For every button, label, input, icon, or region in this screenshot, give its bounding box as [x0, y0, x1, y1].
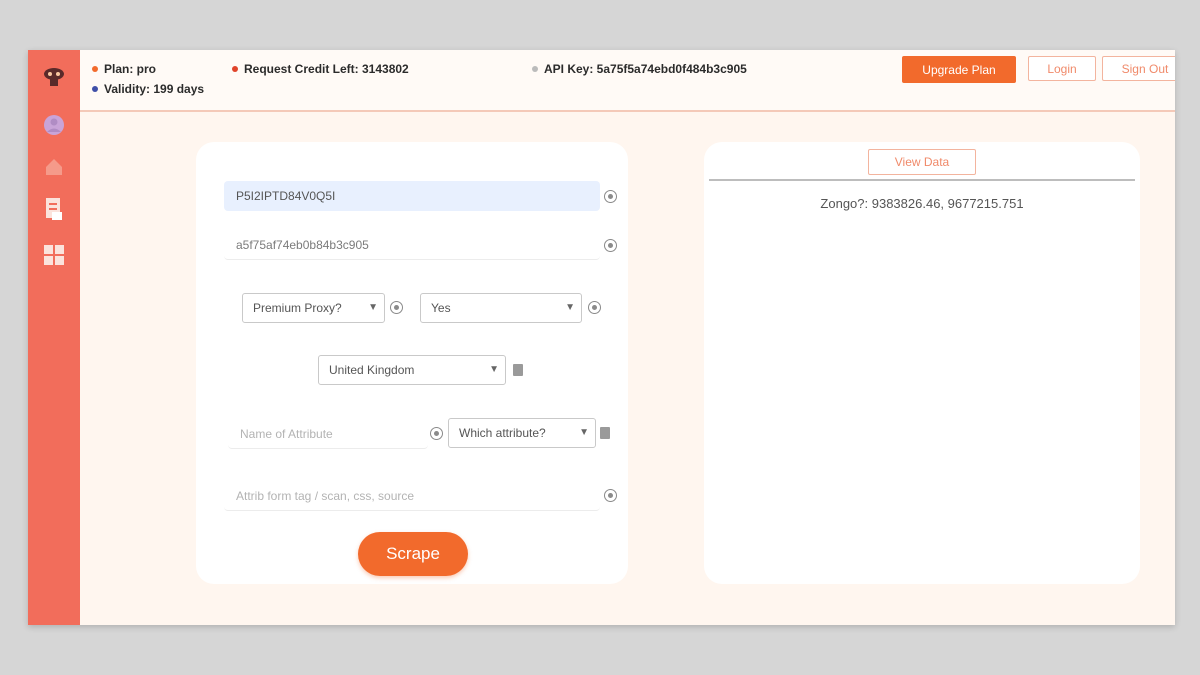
render-select[interactable]: Yes ▼	[420, 293, 582, 323]
attribute-select[interactable]: Which attribute? ▼	[448, 418, 596, 448]
render-value: Yes	[431, 301, 451, 315]
validity-text: Validity: 199 days	[104, 82, 205, 96]
render-help-icon[interactable]	[588, 301, 601, 314]
proxy-id-help-icon[interactable]	[604, 190, 617, 203]
sidebar	[28, 50, 80, 625]
dashboard-icon[interactable]	[40, 242, 68, 268]
api-key-dot	[532, 66, 538, 72]
api-key-text: API Key: 5a75f5a74ebd0f484b3c905	[544, 62, 747, 76]
chevron-down-icon: ▼	[579, 427, 589, 438]
chevron-down-icon: ▼	[565, 302, 575, 313]
proxy-id-input[interactable]: P5I2IPTD84V0Q5I	[224, 181, 600, 211]
delete-icon[interactable]	[600, 427, 610, 439]
proxy-type-value: Premium Proxy?	[253, 301, 342, 315]
credit-text: Request Credit Left: 3143802	[244, 62, 409, 76]
document-icon[interactable]	[40, 196, 68, 222]
view-data-button[interactable]: View Data	[868, 149, 976, 175]
login-button[interactable]: Login	[1028, 56, 1096, 81]
plan-info: Plan: pro	[92, 62, 156, 76]
country-select[interactable]: United Kingdom ▼	[318, 355, 506, 385]
delete-icon[interactable]	[513, 364, 523, 376]
extra-help-icon[interactable]	[604, 489, 617, 502]
attribute-name-help-icon[interactable]	[430, 427, 443, 440]
validity-info: Validity: 199 days	[92, 82, 204, 96]
sign-out-button[interactable]: Sign Out	[1102, 56, 1175, 81]
chevron-down-icon: ▼	[368, 302, 378, 313]
app-window: Plan: pro Request Credit Left: 3143802 A…	[28, 50, 1175, 625]
results-text: Zongo?: 9383826.46, 9677215.751	[820, 196, 1024, 211]
plan-text: Plan: pro	[104, 62, 157, 76]
validity-dot	[92, 86, 98, 92]
scrape-button[interactable]: Scrape	[358, 532, 468, 576]
attribute-name-input[interactable]: Name of Attribute	[228, 419, 428, 449]
api-key-help-icon[interactable]	[604, 239, 617, 252]
credit-info: Request Credit Left: 3143802	[232, 62, 409, 76]
upgrade-plan-button[interactable]: Upgrade Plan	[902, 56, 1016, 83]
logo-icon[interactable]	[40, 64, 68, 90]
proxy-type-select[interactable]: Premium Proxy? ▼	[242, 293, 385, 323]
user-icon[interactable]	[40, 112, 68, 138]
country-value: United Kingdom	[329, 363, 415, 377]
credit-dot	[232, 66, 238, 72]
proxy-type-help-icon[interactable]	[390, 301, 403, 314]
chevron-down-icon: ▼	[489, 364, 499, 375]
attribute-select-value: Which attribute?	[459, 426, 546, 440]
home-icon[interactable]	[40, 154, 68, 180]
extra-input[interactable]: Attrib form tag / scan, css, source	[224, 481, 600, 511]
api-key-info: API Key: 5a75f5a74ebd0f484b3c905	[532, 62, 747, 76]
plan-dot	[92, 66, 98, 72]
results-divider	[709, 179, 1135, 181]
topbar: Plan: pro Request Credit Left: 3143802 A…	[80, 50, 1175, 112]
api-key-input[interactable]: a5f75af74eb0b84b3c905	[224, 230, 600, 260]
